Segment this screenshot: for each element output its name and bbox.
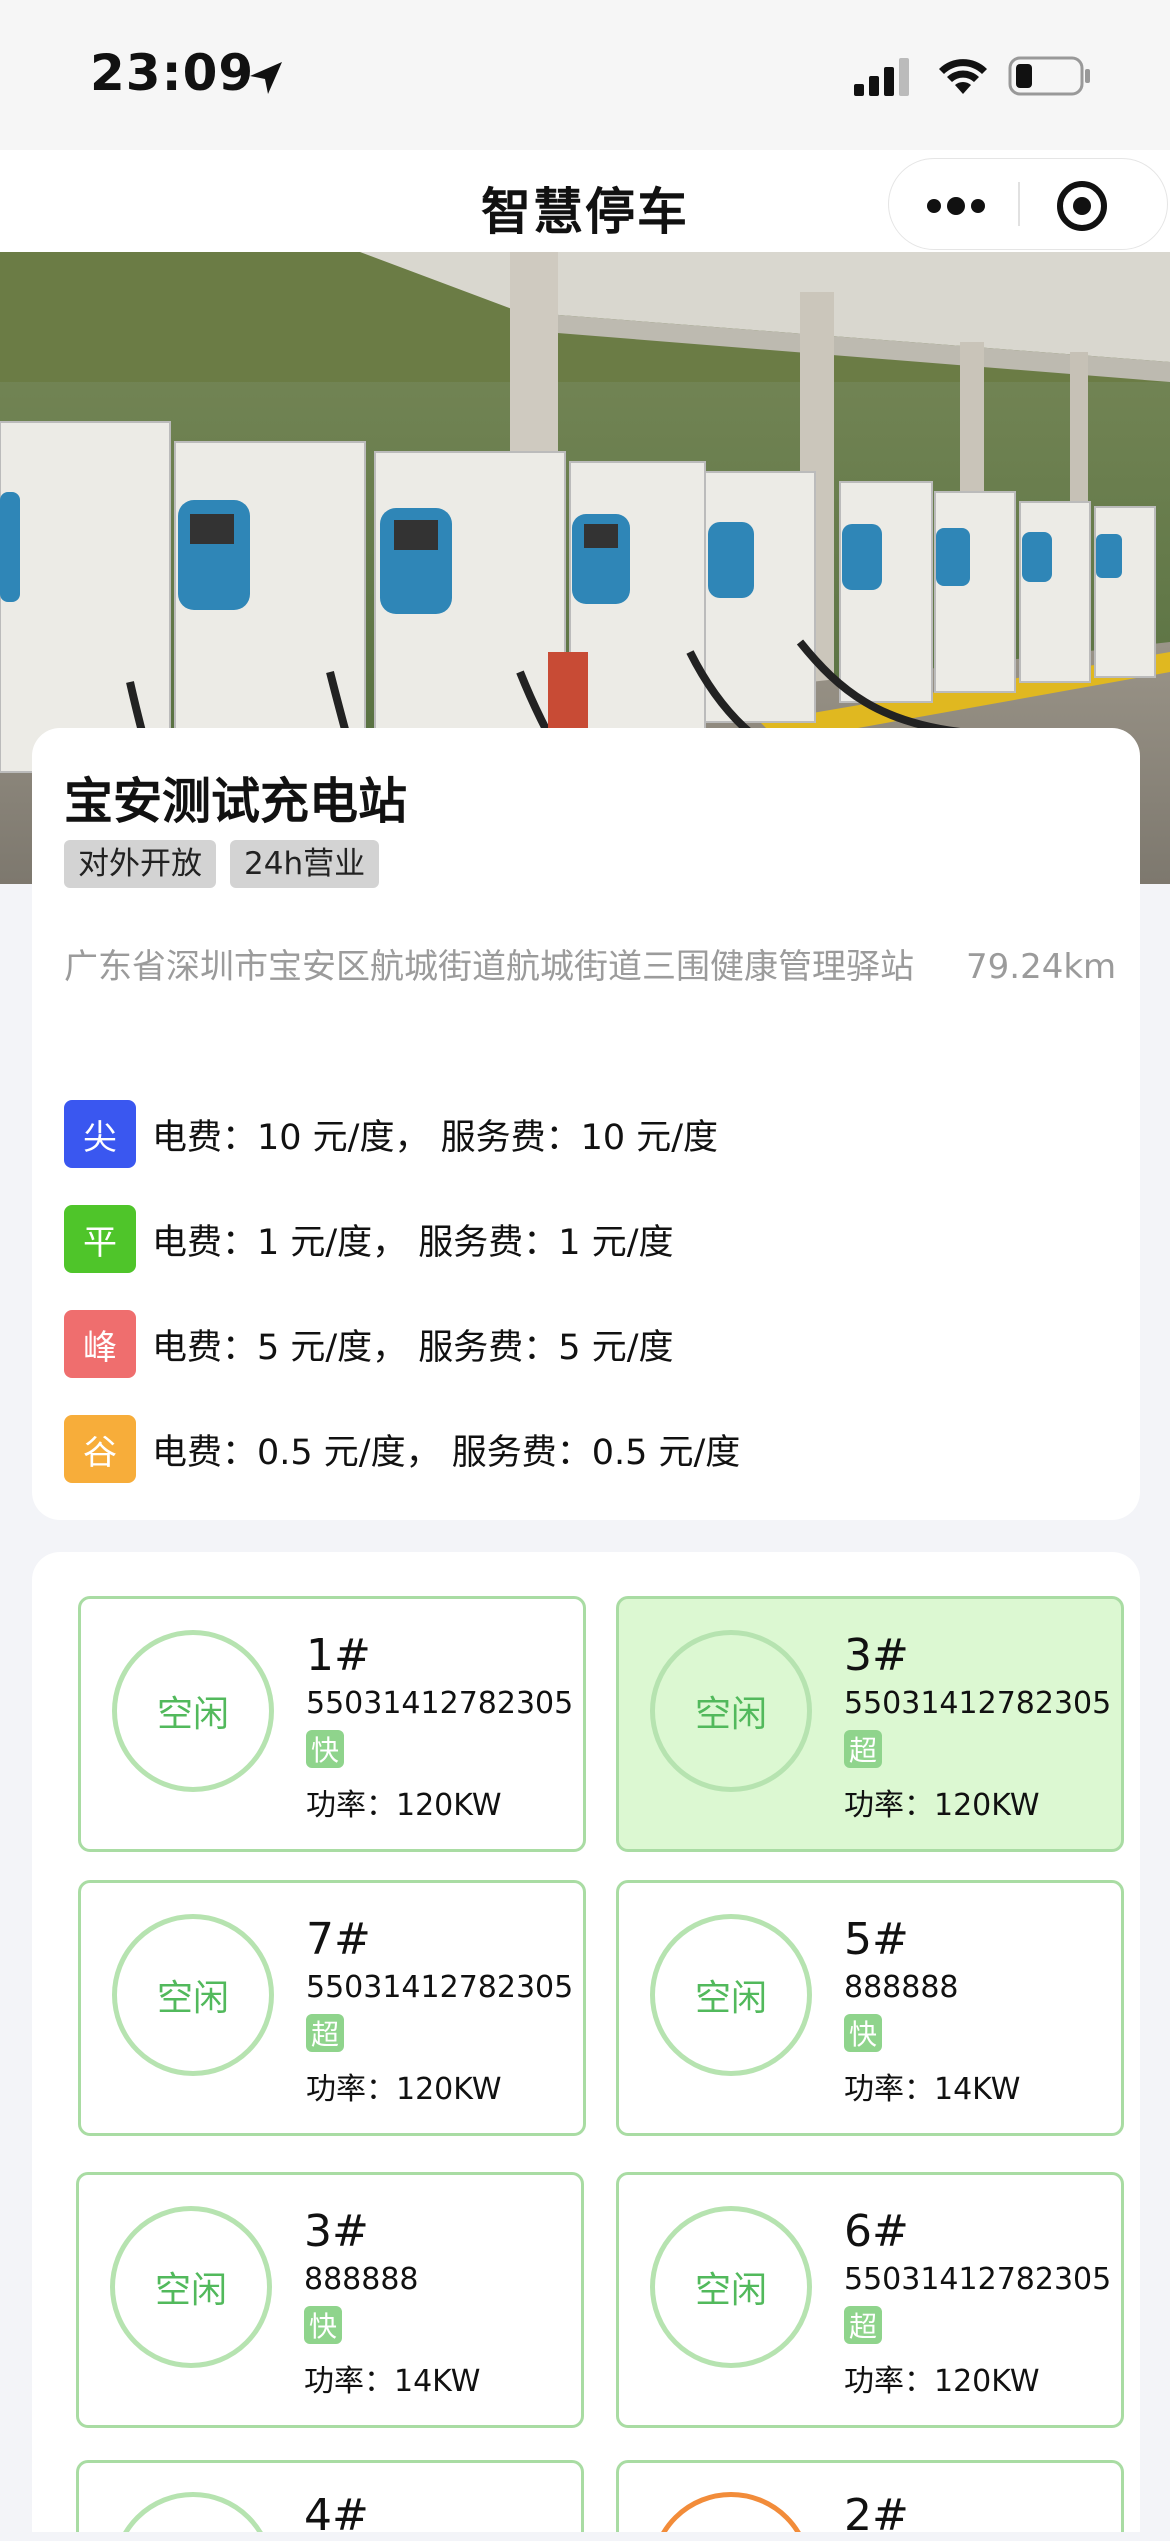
charger-name: 7# — [306, 1914, 371, 1965]
charger-name: 3# — [304, 2206, 369, 2257]
charger-name: 2# — [844, 2490, 909, 2541]
charger-code: 55031412782305 — [844, 2262, 1112, 2297]
charger-status-ring: 空闲 — [650, 1914, 812, 2076]
charger-power: 功率：120KW — [306, 1788, 502, 1823]
capsule-divider — [1018, 182, 1020, 226]
charger-code: 55031412782305 — [306, 1686, 574, 1721]
charger-type-badge: 超 — [306, 2014, 344, 2052]
charger-type-badge: 快 — [304, 2306, 342, 2344]
target-icon[interactable] — [1056, 180, 1108, 232]
station-address: 广东省深圳市宝安区航城街道航城街道三围健康管理驿站 — [64, 947, 914, 987]
tag-hours: 24h营业 — [230, 840, 380, 888]
charger-status-ring-busy — [650, 2492, 812, 2532]
station-name: 宝安测试充电站 — [64, 773, 408, 830]
charger-power: 功率：14KW — [844, 2072, 1021, 2107]
charger-name: 4# — [304, 2490, 369, 2541]
charger-status-ring: 空闲 — [110, 2206, 272, 2368]
battery-icon — [1008, 56, 1090, 96]
price-text: 电费：10 元/度， 服务费：10 元/度 — [152, 1117, 719, 1158]
charger-status-ring-clip — [650, 2492, 812, 2532]
charger-power: 功率：14KW — [304, 2364, 481, 2399]
price-row-flat: 平 电费：1 元/度， 服务费：1 元/度 — [64, 1205, 674, 1273]
charger-name: 5# — [844, 1914, 909, 1965]
charger-power: 功率：120KW — [844, 1788, 1040, 1823]
charger-status-ring — [112, 2492, 274, 2532]
charger-status-ring: 空闲 — [112, 1630, 274, 1792]
charger-code: 888888 — [304, 2262, 419, 2297]
charger-code: 888888 — [844, 1970, 959, 2005]
charger-status-ring: 空闲 — [112, 1914, 274, 2076]
charger-type-badge: 超 — [844, 2306, 882, 2344]
price-row-valley: 谷 电费：0.5 元/度， 服务费：0.5 元/度 — [64, 1415, 740, 1483]
wifi-icon — [939, 59, 987, 94]
more-icon[interactable] — [924, 188, 988, 224]
charger-code: 55031412782305 — [306, 1970, 574, 2005]
price-text: 电费：1 元/度， 服务费：1 元/度 — [152, 1222, 674, 1263]
charger-status-ring: 空闲 — [650, 2206, 812, 2368]
price-badge: 平 — [64, 1205, 136, 1273]
tag-open: 对外开放 — [64, 840, 216, 888]
price-badge: 峰 — [64, 1310, 136, 1378]
charger-name: 3# — [844, 1630, 909, 1681]
charger-name: 6# — [844, 2206, 909, 2257]
charger-power: 功率：120KW — [306, 2072, 502, 2107]
charger-type-badge: 快 — [844, 2014, 882, 2052]
charger-status-ring: 空闲 — [650, 1630, 812, 1792]
price-text: 电费：0.5 元/度， 服务费：0.5 元/度 — [152, 1432, 741, 1473]
price-text: 电费：5 元/度， 服务费：5 元/度 — [152, 1327, 674, 1368]
location-arrow-icon — [250, 62, 282, 94]
charger-status-ring-clip — [112, 2492, 274, 2532]
charger-type-badge: 超 — [844, 1730, 882, 1768]
price-badge: 谷 — [64, 1415, 136, 1483]
signal-icon — [854, 58, 909, 96]
price-row-sharp: 尖 电费：10 元/度， 服务费：10 元/度 — [64, 1100, 718, 1168]
charger-code: 55031412782305 — [844, 1686, 1112, 1721]
charger-power: 功率：120KW — [844, 2364, 1040, 2399]
charger-type-badge: 快 — [306, 1730, 344, 1768]
station-distance: 79.24km — [966, 947, 1117, 987]
status-time: 23:09 — [90, 44, 255, 102]
price-row-peak: 峰 电费：5 元/度， 服务费：5 元/度 — [64, 1310, 674, 1378]
price-badge: 尖 — [64, 1100, 136, 1168]
charger-name: 1# — [306, 1630, 371, 1681]
